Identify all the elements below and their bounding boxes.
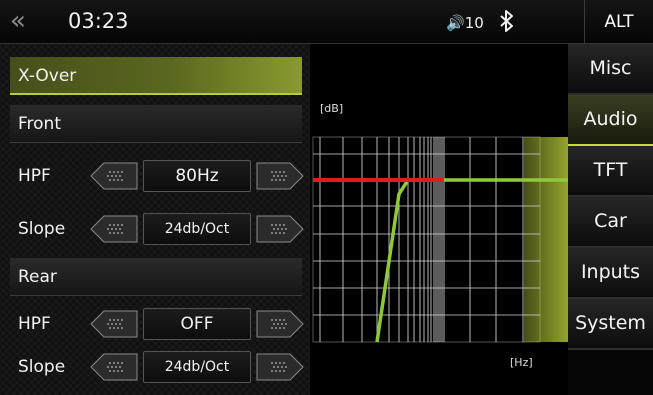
- speaker-icon: 🔊: [446, 14, 465, 32]
- clock: 03:23: [68, 9, 129, 33]
- rear-slope-decrease-button[interactable]: [90, 353, 138, 381]
- back-icon[interactable]: «: [10, 7, 48, 37]
- front-slope-increase-button[interactable]: [256, 215, 304, 243]
- menu-item-tft[interactable]: TFT: [568, 146, 653, 197]
- top-bar: « 03:23 🔊10 ALT: [0, 0, 653, 44]
- rear-slope-increase-button[interactable]: [256, 353, 304, 381]
- front-hpf-value[interactable]: 80Hz: [143, 160, 251, 192]
- xover-header[interactable]: X-Over: [10, 57, 302, 95]
- rear-slope-row: Slope 24db/Oct: [10, 348, 304, 386]
- rear-slope-value[interactable]: 24db/Oct: [143, 351, 251, 383]
- graph-highlight-band: [524, 137, 568, 342]
- crossover-settings-panel: X-Over Front HPF 80Hz Slope 24db/Oct Rea…: [0, 44, 310, 395]
- xover-label: X-Over: [18, 66, 77, 86]
- rear-hpf-increase-button[interactable]: [256, 310, 304, 338]
- bluetooth-icon: [500, 10, 513, 32]
- front-label: Front: [18, 114, 61, 134]
- front-slope-decrease-button[interactable]: [90, 215, 138, 243]
- rear-hpf-value[interactable]: OFF: [143, 308, 251, 340]
- menu-item-inputs[interactable]: Inputs: [568, 248, 653, 299]
- menu-item-car[interactable]: Car: [568, 197, 653, 248]
- crossover-response-graph: [312, 136, 568, 343]
- crossover-graph: [dB] [Hz]: [310, 44, 568, 395]
- front-hpf-increase-button[interactable]: [256, 162, 304, 190]
- settings-menu: Misc Audio TFT Car Inputs System: [568, 44, 653, 395]
- alt-button[interactable]: ALT: [584, 0, 653, 44]
- front-hpf-decrease-button[interactable]: [90, 162, 138, 190]
- graph-hz-label: [Hz]: [510, 356, 533, 369]
- volume-indicator[interactable]: 🔊10: [446, 14, 484, 32]
- rear-hpf-row: HPF OFF: [10, 305, 304, 343]
- front-slope-value[interactable]: 24db/Oct: [143, 213, 251, 245]
- menu-item-misc[interactable]: Misc: [568, 44, 653, 95]
- volume-level: 10: [464, 14, 484, 32]
- rear-slope-label: Slope: [18, 357, 66, 377]
- menu-item-audio[interactable]: Audio: [568, 95, 653, 146]
- graph-frame: [312, 136, 541, 343]
- front-slope-label: Slope: [18, 219, 66, 239]
- rear-section-header: Rear: [10, 258, 302, 296]
- menu-item-system[interactable]: System: [568, 299, 653, 350]
- rear-label: Rear: [18, 267, 57, 287]
- front-hpf-row: HPF 80Hz: [10, 157, 304, 195]
- rear-hpf-label: HPF: [18, 314, 51, 334]
- front-slope-row: Slope 24db/Oct: [10, 210, 304, 248]
- front-section-header: Front: [10, 105, 302, 143]
- front-hpf-label: HPF: [18, 166, 51, 186]
- graph-db-label: [dB]: [320, 102, 344, 115]
- rear-hpf-decrease-button[interactable]: [90, 310, 138, 338]
